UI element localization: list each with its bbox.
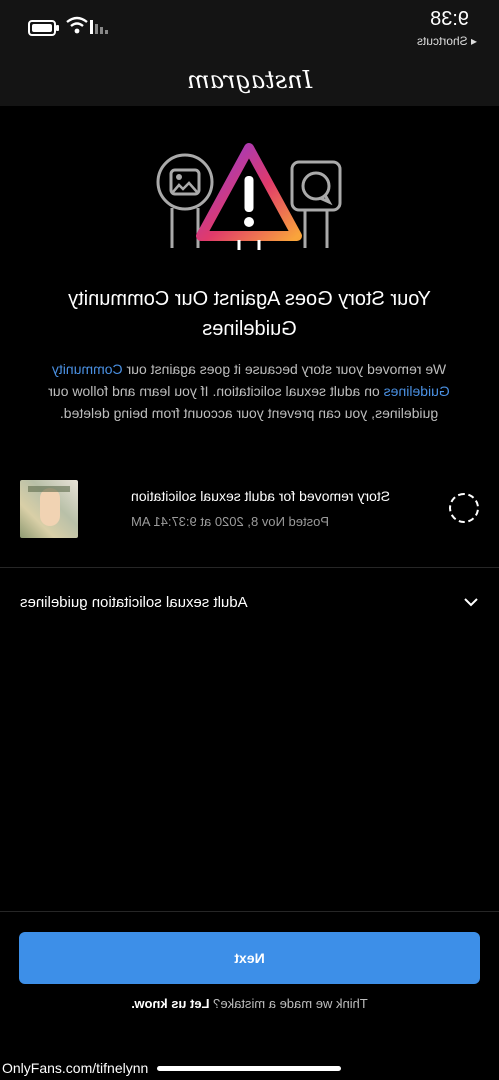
bottom-divider <box>0 911 499 912</box>
divider <box>0 567 499 568</box>
next-button[interactable]: Next <box>19 932 480 984</box>
spinner-icon <box>449 493 479 523</box>
status-time: 9:38 <box>430 8 469 30</box>
signal-icon <box>90 20 108 34</box>
wifi-icon <box>66 16 88 34</box>
chevron-down-icon <box>464 598 478 607</box>
desc-text-after: on adult sexual solicitation. If you lea… <box>48 383 439 421</box>
story-removed-title: Story removed for adult sexual solicitat… <box>131 488 391 504</box>
back-to-shortcuts[interactable]: ◂ Shortcuts <box>417 34 477 48</box>
mistake-prompt: Think we made a mistake? Let us know. <box>0 996 499 1011</box>
removed-story-row[interactable]: Story removed for adult sexual solicitat… <box>0 478 499 540</box>
desc-text-before: We removed your story because it goes ag… <box>122 361 447 377</box>
story-posted-date: Posted Nov 8, 2020 at 9:37:41 AM <box>131 514 330 529</box>
battery-icon <box>28 20 56 36</box>
instagram-logo: Instagram <box>186 66 313 94</box>
home-indicator[interactable] <box>157 1066 341 1071</box>
app-header: Instagram <box>0 56 499 106</box>
mirrored-screen: 9:38 ◂ Shortcuts Instagram Your Story Go… <box>0 0 499 1080</box>
guidelines-accordion-label: Adult sexual solicitation guidelines <box>20 594 248 611</box>
warning-triangle-icon <box>196 143 302 250</box>
notice-title: Your Story Goes Against Our Community Gu… <box>68 288 431 340</box>
warning-illustration <box>156 143 342 250</box>
status-bar: 9:38 ◂ Shortcuts <box>0 0 499 56</box>
let-us-know-link[interactable]: Let us know. <box>131 996 209 1011</box>
story-thumbnail <box>20 480 78 538</box>
mistake-text: Think we made a mistake? <box>209 996 368 1011</box>
notice-description: We removed your story because it goes ag… <box>29 358 469 424</box>
guidelines-accordion[interactable]: Adult sexual solicitation guidelines <box>0 586 499 622</box>
watermark: OnlyFans.com/tifnelynn <box>2 1060 149 1076</box>
